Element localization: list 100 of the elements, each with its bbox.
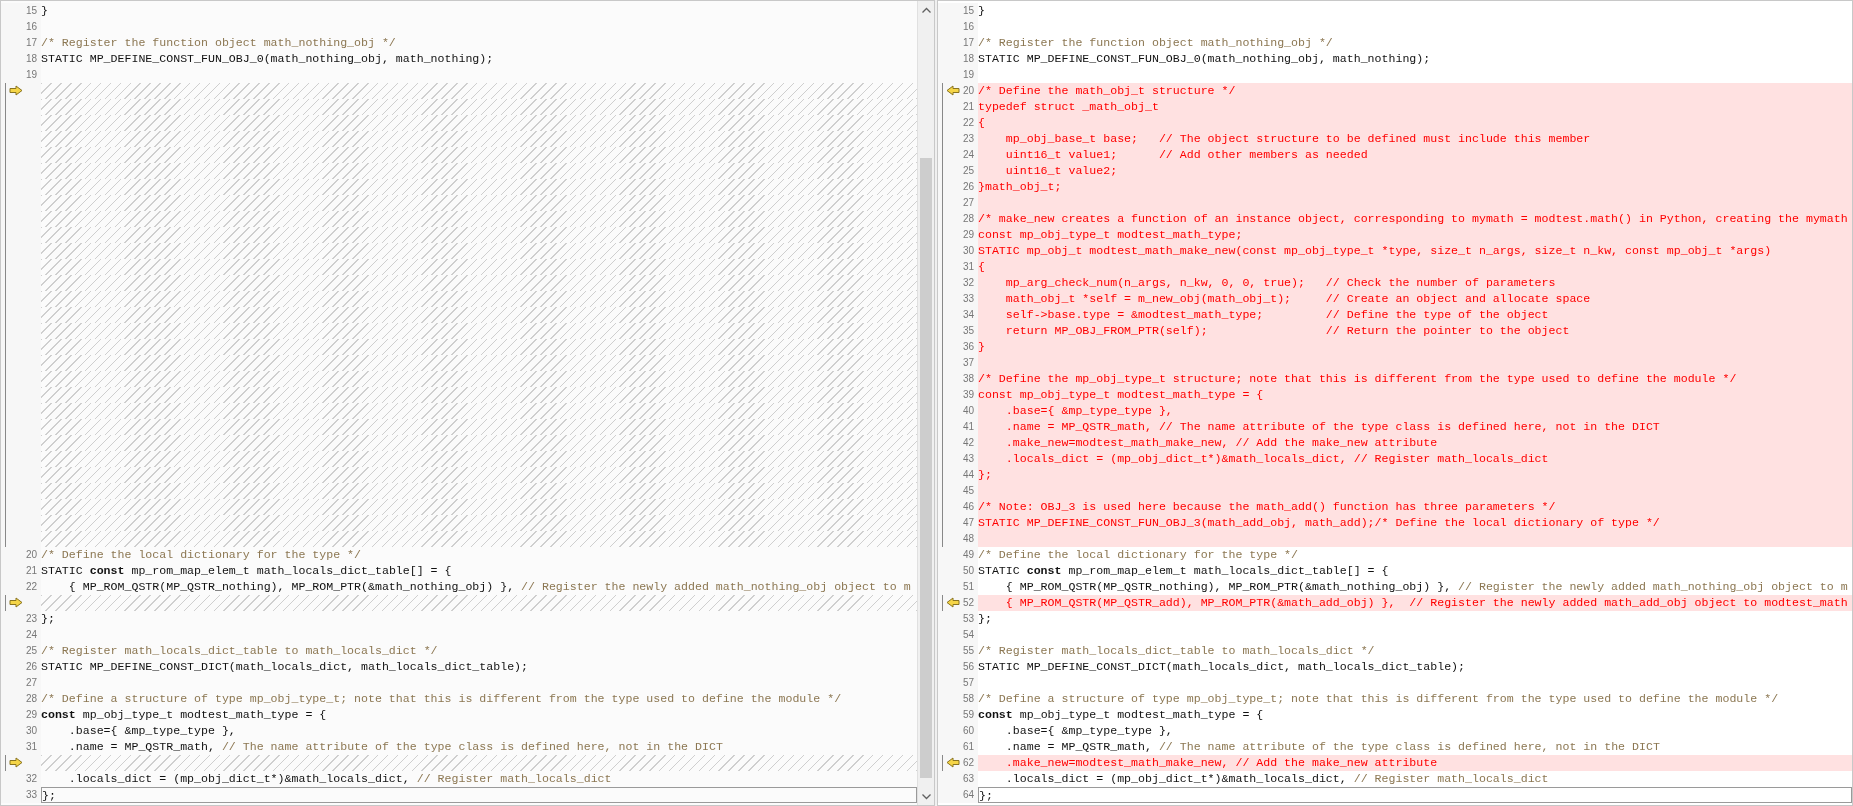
line-number: 59 bbox=[962, 708, 974, 722]
line-number: 26 bbox=[25, 660, 37, 674]
line-number: 58 bbox=[962, 692, 974, 706]
line-number: 32 bbox=[962, 276, 974, 290]
line-number: 26 bbox=[962, 180, 974, 194]
code-line: .base={ &mp_type_type }, bbox=[67, 723, 237, 739]
line-number: 52 bbox=[962, 596, 974, 610]
line-number: 15 bbox=[962, 4, 974, 18]
line-number: 47 bbox=[962, 516, 974, 530]
line-number: 51 bbox=[962, 580, 974, 594]
line-number: 37 bbox=[962, 356, 974, 370]
line-number: 62 bbox=[962, 756, 974, 770]
line-number: 45 bbox=[962, 484, 974, 498]
line-number: 19 bbox=[962, 68, 974, 82]
code-line: } bbox=[978, 3, 986, 19]
line-number: 46 bbox=[962, 500, 974, 514]
line-number: 29 bbox=[962, 228, 974, 242]
line-number: 20 bbox=[25, 548, 37, 562]
line-number: 30 bbox=[962, 244, 974, 258]
line-number: 27 bbox=[962, 196, 974, 210]
line-number: 19 bbox=[25, 68, 37, 82]
line-number: 21 bbox=[962, 100, 974, 114]
line-number: 43 bbox=[962, 452, 974, 466]
code-line: /* Define the local dictionary for the type */ bbox=[978, 547, 1300, 563]
line-number: 22 bbox=[25, 580, 37, 594]
line-number: 57 bbox=[962, 676, 974, 690]
line-number: 28 bbox=[962, 212, 974, 226]
code-line: } bbox=[41, 3, 49, 19]
line-number: 31 bbox=[962, 260, 974, 274]
line-number: 29 bbox=[25, 708, 37, 722]
line-number: 55 bbox=[962, 644, 974, 658]
code-line: /* Register math_locals_dict_table to math_locals_dict */ bbox=[41, 643, 439, 659]
line-number: 22 bbox=[962, 116, 974, 130]
line-number: 24 bbox=[25, 628, 37, 642]
line-number: 35 bbox=[962, 324, 974, 338]
line-number: 30 bbox=[25, 724, 37, 738]
code-line: /* Register the function object math_nothing_obj */ bbox=[41, 35, 397, 51]
code-line: }; bbox=[41, 611, 56, 627]
code-line: STATIC MP_DEFINE_CONST_DICT(math_locals_dict, math_locals_dict_table); bbox=[978, 659, 1467, 675]
line-number: 32 bbox=[25, 772, 37, 786]
line-number: 27 bbox=[25, 676, 37, 690]
code-line: STATIC MP_DEFINE_CONST_DICT(math_locals_dict, math_locals_dict_table); bbox=[41, 659, 530, 675]
line-number: 34 bbox=[962, 308, 974, 322]
code-line: /* Define a structure of type mp_obj_type_t; note that this is different from the type used to define the module */ bbox=[41, 691, 843, 707]
code-line: }; bbox=[978, 611, 993, 627]
code-line: .locals_dict = (mp_obj_dict_t*)&math_locals_dict, // Register math_locals_dict bbox=[1004, 771, 1550, 787]
code-line: .name = MP_QSTR_math, // The name attribute of the type class is defined here, not in the DICT bbox=[67, 739, 724, 755]
line-number: 44 bbox=[962, 468, 974, 482]
line-number: 49 bbox=[962, 548, 974, 562]
line-number: 23 bbox=[25, 612, 37, 626]
line-number: 33 bbox=[25, 788, 37, 802]
line-number: 15 bbox=[25, 4, 37, 18]
line-number: 21 bbox=[25, 564, 37, 578]
line-number: 18 bbox=[25, 52, 37, 66]
line-number: 36 bbox=[962, 340, 974, 354]
code-line: STATIC MP_DEFINE_CONST_FUN_OBJ_0(math_nothing_obj, math_nothing); bbox=[41, 51, 495, 67]
line-number: 38 bbox=[962, 372, 974, 386]
line-number: 41 bbox=[962, 420, 974, 434]
line-number: 48 bbox=[962, 532, 974, 546]
line-number: 61 bbox=[962, 740, 974, 754]
code-line: { MP_ROM_QSTR(MP_QSTR_nothing), MP_ROM_PTR(&math_nothing_obj) }, // Register the newly added math_nothing_obj object to m bbox=[1004, 579, 1849, 595]
line-number: 33 bbox=[962, 292, 974, 306]
code-line: const mp_obj_type_t modtest_math_type = { bbox=[41, 707, 328, 723]
line-number: 23 bbox=[962, 132, 974, 146]
code-line: /* Define the local dictionary for the type */ bbox=[41, 547, 363, 563]
line-number: 63 bbox=[962, 772, 974, 786]
code-line: .name = MP_QSTR_math, // The name attribute of the type class is defined here, not in the DICT bbox=[1004, 739, 1661, 755]
line-number: 24 bbox=[962, 148, 974, 162]
line-number: 16 bbox=[962, 20, 974, 34]
line-number: 17 bbox=[25, 36, 37, 50]
code-line: .locals_dict = (mp_obj_dict_t*)&math_locals_dict, // Register math_locals_dict bbox=[67, 771, 613, 787]
line-number: 50 bbox=[962, 564, 974, 578]
code-line: STATIC const mp_rom_map_elem_t math_locals_dict_table[] = { bbox=[978, 563, 1390, 579]
line-number: 39 bbox=[962, 388, 974, 402]
code-line: /* Register math_locals_dict_table to math_locals_dict */ bbox=[978, 643, 1376, 659]
scroll-up-icon[interactable] bbox=[921, 6, 931, 13]
line-number: 42 bbox=[962, 436, 974, 450]
scroll-down-icon[interactable] bbox=[921, 793, 931, 800]
line-number: 28 bbox=[25, 692, 37, 706]
line-number: 64 bbox=[962, 788, 974, 802]
code-line: /* Register the function object math_nothing_obj */ bbox=[978, 35, 1334, 51]
line-number: 25 bbox=[962, 164, 974, 178]
line-number: 25 bbox=[25, 644, 37, 658]
line-number: 40 bbox=[962, 404, 974, 418]
line-number: 56 bbox=[962, 660, 974, 674]
line-number: 18 bbox=[962, 52, 974, 66]
line-number: 17 bbox=[962, 36, 974, 50]
scrollbar-thumb[interactable] bbox=[920, 158, 932, 778]
line-number: 60 bbox=[962, 724, 974, 738]
code-line: { MP_ROM_QSTR(MP_QSTR_nothing), MP_ROM_PTR(&math_nothing_obj) }, // Register the newly added math_nothing_obj object to m bbox=[67, 579, 912, 595]
code-line: STATIC MP_DEFINE_CONST_FUN_OBJ_0(math_nothing_obj, math_nothing); bbox=[978, 51, 1432, 67]
code-line: .base={ &mp_type_type }, bbox=[1004, 723, 1174, 739]
line-number: 20 bbox=[962, 84, 974, 98]
code-line: /* Define a structure of type mp_obj_type_t; note that this is different from the type used to define the module */ bbox=[978, 691, 1780, 707]
line-number: 31 bbox=[25, 740, 37, 754]
line-number: 54 bbox=[962, 628, 974, 642]
line-number: 16 bbox=[25, 20, 37, 34]
code-line: const mp_obj_type_t modtest_math_type = { bbox=[978, 707, 1265, 723]
code-line: STATIC const mp_rom_map_elem_t math_locals_dict_table[] = { bbox=[41, 563, 453, 579]
line-number: 53 bbox=[962, 612, 974, 626]
